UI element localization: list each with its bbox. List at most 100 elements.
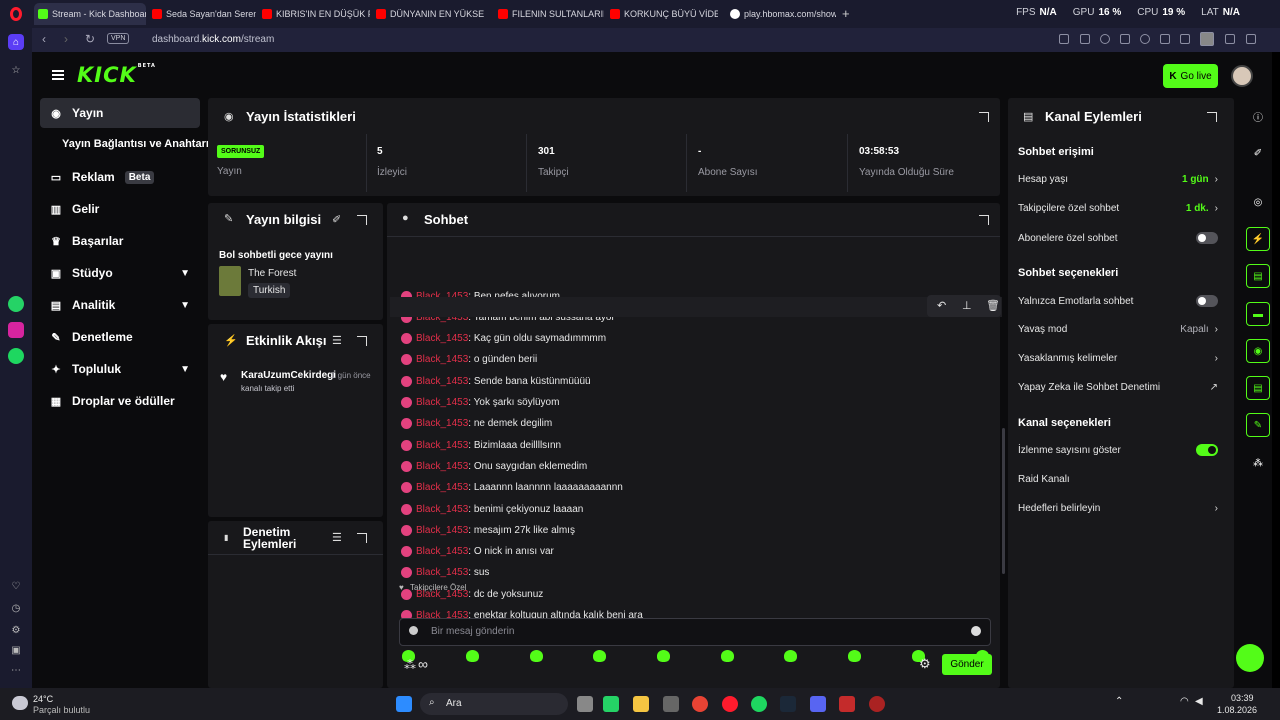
- heart-icon[interactable]: ♡: [8, 578, 24, 594]
- download-icon[interactable]: [1160, 34, 1170, 44]
- browser-tab-youtube[interactable]: KORKUNÇ BÜYÜ VİDEOLA: [606, 3, 718, 25]
- sidebar-item-analytics[interactable]: ▤ Analitik ▼: [40, 290, 200, 320]
- file-explorer-icon[interactable]: [633, 696, 649, 712]
- wrench-icon[interactable]: ✎: [1246, 413, 1270, 437]
- browser-tab-youtube[interactable]: Seda Sayan'dan Serenay S: [148, 3, 256, 25]
- notes-icon[interactable]: ▤: [1246, 264, 1270, 288]
- info-icon[interactable]: ⓘ: [1246, 104, 1270, 128]
- emoji-icon[interactable]: [971, 626, 981, 636]
- more-icon[interactable]: ⋯: [8, 662, 24, 678]
- game-name[interactable]: The Forest: [248, 268, 296, 279]
- extension-icon[interactable]: [1225, 34, 1235, 44]
- settings-icon[interactable]: ⚙: [8, 622, 24, 638]
- broadcast-icon[interactable]: ◉: [1246, 339, 1270, 363]
- task-view-icon[interactable]: [577, 696, 593, 712]
- chat-message[interactable]: Black_1453: o günden berii: [401, 352, 537, 368]
- emote-icon[interactable]: [657, 650, 670, 662]
- expand-icon[interactable]: [357, 336, 367, 346]
- subs-chat-toggle[interactable]: [1196, 232, 1218, 244]
- weather-temp[interactable]: 24°C: [33, 694, 53, 704]
- edit-icon[interactable]: ✐: [332, 213, 341, 226]
- menu-icon[interactable]: [1180, 34, 1190, 44]
- chat-message[interactable]: Black_1453: Sende bana küstünmüüüü: [401, 373, 591, 389]
- store-icon[interactable]: [663, 696, 679, 712]
- channel-actions-icon[interactable]: ▤: [1246, 376, 1270, 400]
- goals-setting[interactable]: Hedefleri belirleyin ›: [1018, 503, 1218, 514]
- chat-message[interactable]: Black_1453: Laaannn laannnn laaaaaaaaann…: [401, 480, 623, 496]
- spotify-icon[interactable]: [751, 696, 767, 712]
- account-age-setting[interactable]: Hesap yaşı 1 gün ›: [1018, 174, 1218, 185]
- share-icon[interactable]: [1059, 34, 1069, 44]
- followers-chat-setting[interactable]: Takipçilere özel sohbet 1 dk. ›: [1018, 203, 1218, 214]
- ai-moderation-setting[interactable]: Yapay Zeka ile Sohbet Denetimi ↗: [1018, 382, 1218, 393]
- emote-icon[interactable]: [593, 650, 606, 662]
- sidebar-item-ads[interactable]: ▭ Reklam Beta: [40, 162, 200, 192]
- community-icon[interactable]: ⁂: [1246, 451, 1270, 475]
- chat-username[interactable]: Black_1453: [416, 354, 468, 365]
- infinity-icon[interactable]: ∞: [418, 656, 428, 672]
- chat-settings-icon[interactable]: ⚙: [919, 656, 931, 672]
- emote-icon[interactable]: [784, 650, 797, 662]
- browser-tab-youtube[interactable]: DÜNYANIN EN YÜKSEK O: [372, 3, 484, 25]
- menu-icon[interactable]: [52, 70, 64, 80]
- shield-icon[interactable]: [1100, 34, 1110, 44]
- chat-message[interactable]: Black_1453: Onu saygıdan eklemedim: [401, 458, 587, 474]
- edit-icon[interactable]: ✐: [1246, 141, 1270, 165]
- banned-words-setting[interactable]: Yasaklanmış kelimeler ›: [1018, 353, 1218, 364]
- sidebar-item-stream[interactable]: ◉ Yayın: [40, 98, 200, 128]
- tray-chevron-icon[interactable]: ⌃: [1115, 696, 1123, 707]
- vpn-badge[interactable]: VPN: [107, 33, 130, 44]
- chat-message[interactable]: Black_1453: O nick in anısı var: [401, 544, 554, 560]
- weather-icon[interactable]: [12, 696, 28, 710]
- filter-icon[interactable]: ☰: [332, 334, 342, 347]
- sidebar-item-achievements[interactable]: ♛ Başarılar: [40, 226, 200, 256]
- chrome-icon[interactable]: [692, 696, 708, 712]
- send-button[interactable]: Gönder: [942, 654, 992, 675]
- chat-message[interactable]: Black_1453: Yok şarkı söylüyom: [401, 395, 559, 411]
- volume-icon[interactable]: ◀: [1195, 696, 1203, 707]
- avatar[interactable]: [1231, 65, 1253, 87]
- sidebar-item-moderation[interactable]: ✎ Denetleme: [40, 322, 200, 352]
- weather-desc[interactable]: Parçalı bulutlu: [33, 705, 90, 715]
- chat-message[interactable]: Black_1453: sus: [401, 565, 489, 581]
- chat-username[interactable]: Black_1453: [416, 567, 468, 578]
- reload-icon[interactable]: ↻: [85, 32, 95, 46]
- chat-username[interactable]: Black_1453: [416, 397, 468, 408]
- windows-start-icon[interactable]: [396, 696, 412, 712]
- pin-icon[interactable]: ⊥: [962, 299, 972, 312]
- whatsapp-icon[interactable]: [8, 296, 24, 312]
- sidebar-item-community[interactable]: ✦ Topluluk ▼: [40, 354, 200, 384]
- opera-logo-icon[interactable]: [10, 7, 22, 21]
- clock-time[interactable]: 03:39: [1231, 693, 1254, 703]
- pinboard-icon[interactable]: ☆: [8, 62, 24, 78]
- instagram-icon[interactable]: [8, 322, 24, 338]
- back-icon[interactable]: ‹: [42, 32, 46, 46]
- chat-scrollbar[interactable]: [1002, 428, 1005, 574]
- app-icon[interactable]: [869, 696, 885, 712]
- chat-username[interactable]: Black_1453: [416, 418, 468, 429]
- chat-username[interactable]: Black_1453: [416, 504, 468, 515]
- kick-logo[interactable]: KICKBETA: [77, 63, 156, 87]
- chat-username[interactable]: Black_1453: [416, 440, 468, 451]
- profile-icon[interactable]: [1200, 32, 1214, 46]
- extensions-icon[interactable]: ▣: [8, 642, 24, 658]
- sidebar-item-drops[interactable]: ▦ Droplar ve ödüller: [40, 386, 200, 416]
- steam-icon[interactable]: [780, 696, 796, 712]
- emote-icon[interactable]: [848, 650, 861, 662]
- emote-icon[interactable]: [466, 650, 479, 662]
- chat-message[interactable]: Black_1453: mesajım 27k like almış: [401, 522, 575, 538]
- community-icon[interactable]: ⁂: [404, 658, 416, 672]
- taskbar-search[interactable]: [420, 693, 568, 715]
- play-icon[interactable]: [1120, 34, 1130, 44]
- chat-username[interactable]: Black_1453: [416, 461, 468, 472]
- sidebar-item-studio[interactable]: ▣ Stüdyo ▼: [40, 258, 200, 288]
- expand-icon[interactable]: [979, 215, 989, 225]
- raid-channel-setting[interactable]: Raid Kanalı: [1018, 474, 1218, 485]
- chat-username[interactable]: Black_1453: [416, 376, 468, 387]
- history-icon[interactable]: ◷: [8, 600, 24, 616]
- chat-username[interactable]: Black_1453: [416, 525, 468, 536]
- delete-icon[interactable]: 🗑: [986, 299, 1000, 312]
- chat-username[interactable]: Black_1453: [416, 546, 468, 557]
- chat-message[interactable]: Black_1453: ne demek degilim: [401, 416, 552, 432]
- show-views-toggle[interactable]: [1196, 444, 1218, 456]
